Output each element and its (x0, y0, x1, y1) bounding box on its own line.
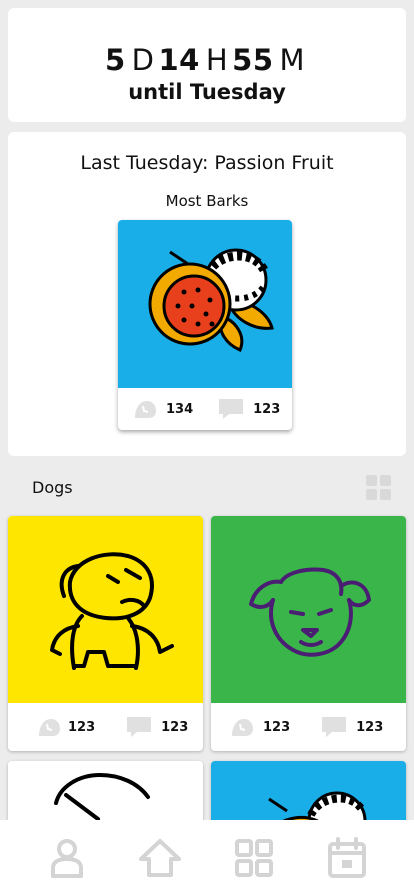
grid-icon (234, 839, 273, 877)
comments-stat[interactable]: 123 (125, 715, 188, 739)
comments-count: 123 (253, 401, 281, 417)
green-dog-drawing (211, 516, 406, 703)
comment-icon (219, 399, 244, 419)
tab-calendar[interactable] (323, 834, 371, 882)
comments-stat[interactable]: 123 (217, 397, 280, 421)
barks-count: 134 (166, 401, 194, 417)
dogs-section-header: Dogs (0, 466, 414, 510)
countdown-card: 5 D 14 H 55 M until Tuesday (8, 8, 406, 122)
barks-stat[interactable]: 123 (36, 716, 95, 738)
bottom-tab-bar (0, 820, 414, 896)
comment-icon (127, 717, 152, 737)
featured-drawing-card[interactable]: 134 123 (118, 220, 292, 430)
countdown-hours: 14 (158, 43, 200, 77)
dog-card[interactable]: 123 123 (8, 516, 203, 751)
bark-icon (39, 719, 60, 736)
countdown-timer: 5 D 14 H 55 M (8, 42, 406, 78)
grid-icon[interactable] (364, 473, 394, 503)
barks-stat[interactable]: 134 (132, 398, 193, 420)
barks-count: 123 (68, 719, 96, 735)
last-theme-card: Last Tuesday: Passion Fruit Most Barks 1… (8, 132, 406, 456)
days-unit: D (131, 43, 155, 77)
countdown-days: 5 (104, 43, 126, 77)
comment-icon (322, 717, 347, 737)
calendar-icon (328, 837, 367, 878)
yellow-dog-drawing (8, 516, 203, 703)
tab-grid[interactable] (230, 834, 278, 882)
bark-icon (232, 719, 253, 736)
comments-count: 123 (161, 719, 189, 735)
profile-icon (50, 839, 83, 878)
home-icon (139, 839, 182, 877)
hours-unit: H (205, 43, 229, 77)
barks-stat[interactable]: 123 (229, 716, 290, 738)
last-theme-title: Last Tuesday: Passion Fruit (80, 152, 334, 174)
comments-stat[interactable]: 123 (320, 715, 383, 739)
bark-icon (135, 401, 156, 418)
comments-count: 123 (356, 719, 384, 735)
countdown-minutes: 55 (232, 43, 274, 77)
barks-count: 123 (263, 719, 291, 735)
passion-fruit-drawing (118, 220, 292, 388)
dogs-section-title: Dogs (32, 478, 73, 497)
tab-home[interactable] (136, 834, 184, 882)
minutes-unit: M (279, 43, 306, 77)
most-barks-label: Most Barks (165, 192, 249, 210)
dog-card[interactable]: 123 123 (211, 516, 406, 751)
tab-profile[interactable] (43, 834, 91, 882)
until-label: until Tuesday (128, 80, 286, 104)
